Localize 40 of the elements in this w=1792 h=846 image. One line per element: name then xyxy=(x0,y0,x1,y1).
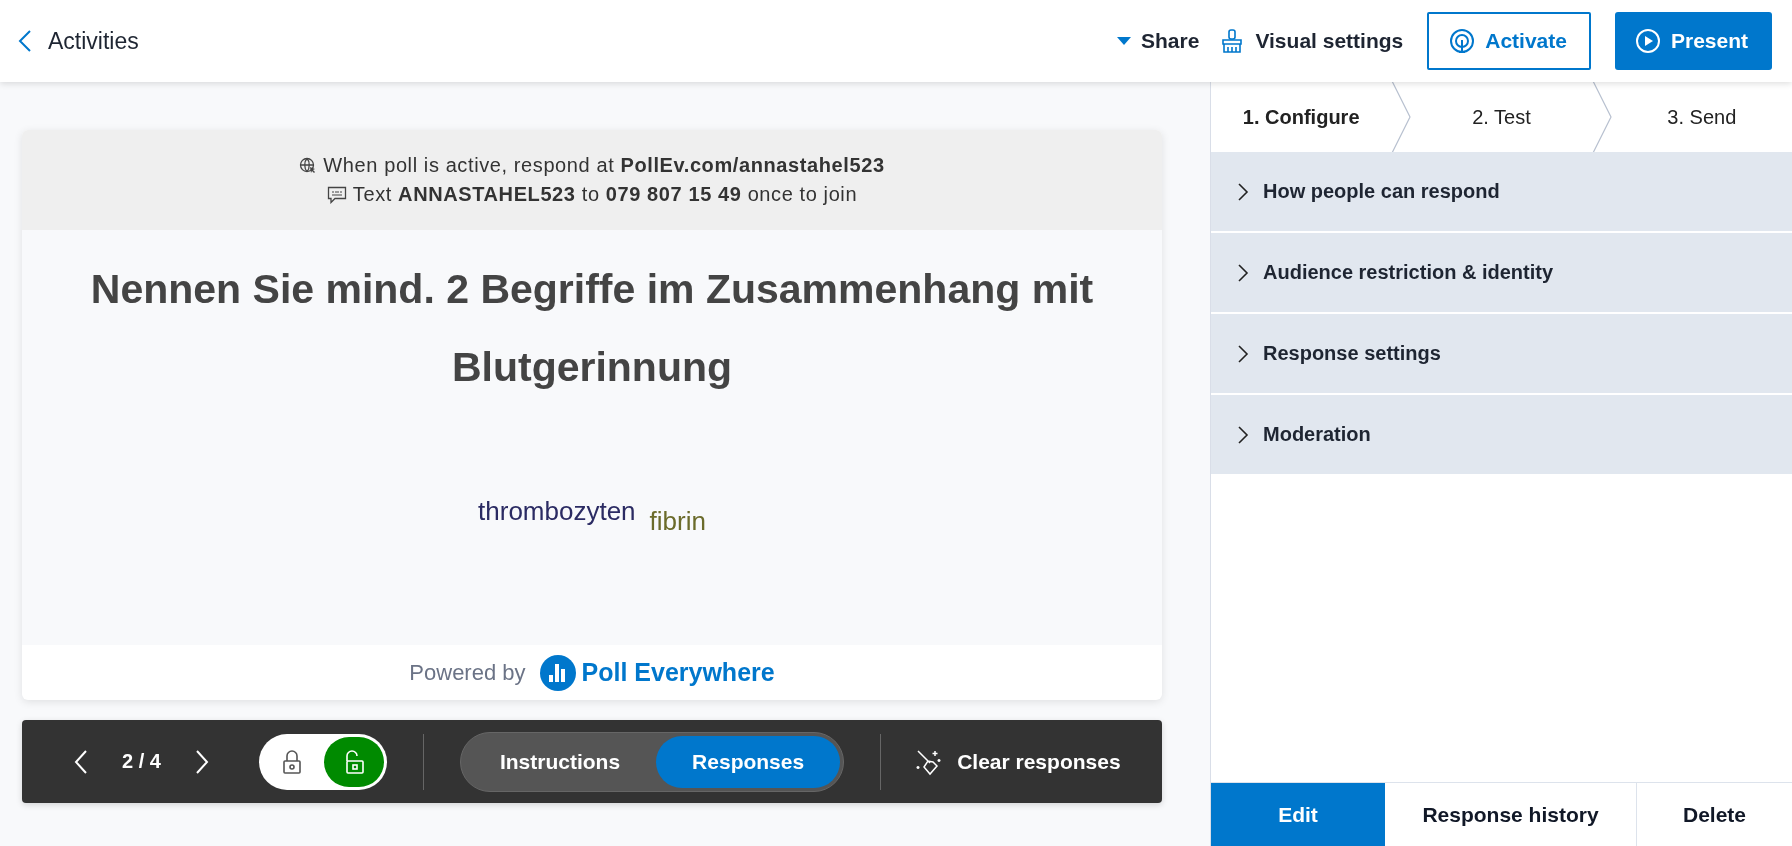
share-button[interactable]: Share xyxy=(1117,29,1200,53)
chevron-left-icon xyxy=(74,748,88,775)
step-divider-icon xyxy=(1391,81,1412,153)
broadcast-icon xyxy=(1449,28,1476,54)
step-tab[interactable]: 3. Send xyxy=(1611,82,1792,152)
play-icon xyxy=(1634,28,1661,54)
sparkle-broom-icon xyxy=(915,747,944,776)
caret-icon xyxy=(1117,37,1132,45)
globe-icon xyxy=(299,156,318,175)
step-divider-icon xyxy=(1591,81,1612,153)
back-link[interactable]: Activities xyxy=(18,27,139,55)
powered-by-text: Powered by xyxy=(409,659,526,686)
slide-counter: 2 / 4 xyxy=(122,750,161,773)
poll-title: Nennen Sie mind. 2 Begriffe im Zusammenhang mit Blutgerinnung xyxy=(89,265,1095,392)
footer-button[interactable]: Delete xyxy=(1637,783,1792,846)
clear-responses-button[interactable]: Clear responses xyxy=(909,746,1127,777)
toggle-knob[interactable] xyxy=(323,736,384,787)
brand-logo: Poll Everywhere xyxy=(539,654,775,691)
settings-section[interactable]: Response settings xyxy=(1211,314,1792,393)
instruction-text: Text ANNASTAHEL523 to 079 807 15 49 once to join xyxy=(352,183,858,206)
visual-settings-button[interactable]: Visual settings xyxy=(1219,28,1404,54)
chevron-right-icon xyxy=(194,748,209,775)
step-tab[interactable]: 1. Configure xyxy=(1211,82,1392,152)
settings-section[interactable]: Moderation xyxy=(1211,395,1792,474)
footer-button[interactable]: Response history xyxy=(1385,783,1637,846)
bar-chart-logo-icon xyxy=(539,654,576,691)
lock-icon xyxy=(281,748,302,775)
chevron-left-icon xyxy=(18,29,32,53)
instruction-text: When poll is active, respond at PollEv.com/annastahel523 xyxy=(323,154,885,177)
response-word: fibrin xyxy=(649,506,706,537)
footer-button[interactable]: Edit xyxy=(1211,783,1385,846)
view-tab[interactable]: Responses xyxy=(656,735,841,788)
sms-icon xyxy=(326,185,347,204)
activate-button[interactable]: Activate xyxy=(1427,12,1591,70)
settings-section[interactable]: Audience restriction & identity xyxy=(1211,233,1792,312)
settings-section[interactable]: How people can respond xyxy=(1211,152,1792,231)
step-tab[interactable]: 2. Test xyxy=(1411,82,1592,152)
response-word: thrombozyten xyxy=(478,496,636,527)
present-button[interactable]: Present xyxy=(1614,12,1772,70)
view-tab[interactable]: Instructions xyxy=(463,735,657,788)
